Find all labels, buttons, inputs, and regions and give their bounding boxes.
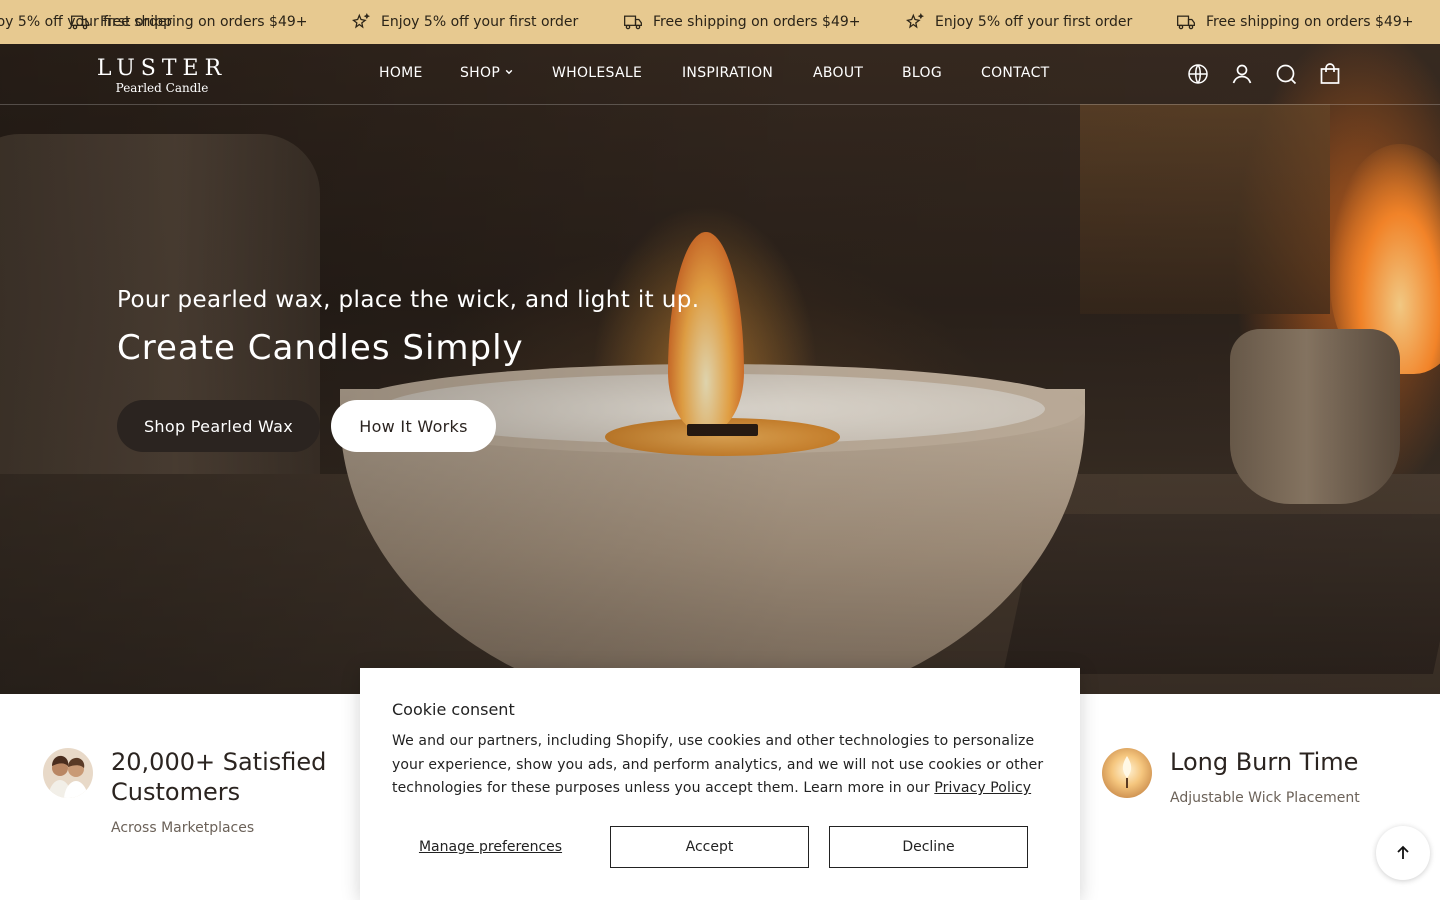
hero-overlay (0, 44, 1440, 694)
announcement-text: Free shipping on orders $49+ (653, 14, 861, 30)
announcement-item: Free shipping on orders $49+ (70, 12, 308, 32)
account-icon[interactable] (1230, 62, 1254, 86)
cookie-title: Cookie consent (392, 700, 515, 719)
announcement-text: Free shipping on orders $49+ (100, 14, 308, 30)
truck-icon (624, 15, 642, 30)
announcement-bar: Enjoy 5% off your first order Free shipp… (0, 0, 1440, 44)
search-icon[interactable] (1274, 62, 1298, 86)
cookie-consent-dialog: Cookie consent We and our partners, incl… (360, 668, 1080, 900)
arrow-up-icon (1397, 845, 1409, 859)
announcement-item: Enjoy 5% off your first order (351, 12, 578, 32)
nav-shop[interactable]: SHOP (460, 65, 513, 81)
feature-title: Long Burn Time (1170, 748, 1359, 776)
customers-avatar (43, 748, 93, 798)
decline-button[interactable]: Decline (829, 826, 1028, 868)
nav-shop-label: SHOP (460, 65, 501, 81)
announcement-text: Enjoy 5% off your first order (381, 14, 579, 30)
nav-about[interactable]: ABOUT (813, 65, 863, 81)
nav-home[interactable]: HOME (379, 65, 423, 81)
back-to-top-button[interactable] (1376, 826, 1430, 880)
manage-preferences-button[interactable]: Manage preferences (392, 826, 589, 868)
site-header: LUSTER Pearled Candle HOME SHOP WHOLESAL… (0, 44, 1440, 105)
shop-pearled-wax-button[interactable]: Shop Pearled Wax (117, 400, 320, 452)
truck-icon (1177, 15, 1195, 30)
hero-subtitle: Pour pearled wax, place the wick, and li… (117, 287, 700, 313)
announcement-item: Free shipping on orders $49+ (623, 12, 861, 32)
stars-icon (906, 13, 924, 29)
hero-title: Create Candles Simply (117, 328, 524, 368)
accept-button[interactable]: Accept (610, 826, 809, 868)
announcement-item: Enjoy 5% off your first order (905, 12, 1132, 32)
announcement-text: Free shipping on orders $49+ (1206, 14, 1414, 30)
feature-subtitle: Across Marketplaces (111, 820, 255, 836)
nav-blog[interactable]: BLOG (902, 65, 942, 81)
truck-icon (71, 15, 89, 30)
feature-subtitle: Adjustable Wick Placement (1170, 790, 1360, 806)
logo-tagline: Pearled Candle (115, 81, 209, 95)
stars-icon (352, 13, 370, 29)
logo-wordmark: LUSTER (96, 56, 228, 81)
chevron-down-icon (505, 69, 513, 75)
candle-avatar (1102, 748, 1152, 798)
announcement-text: Enjoy 5% off your first order (935, 14, 1133, 30)
hero-image (0, 44, 1440, 694)
how-it-works-button[interactable]: How It Works (331, 400, 496, 452)
globe-icon[interactable] (1186, 62, 1210, 86)
announcement-item: Free shipping on orders $49+ (1176, 12, 1414, 32)
nav-wholesale[interactable]: WHOLESALE (552, 65, 642, 81)
privacy-policy-link[interactable]: Privacy Policy (934, 780, 1031, 796)
cookie-body: We and our partners, including Shopify, … (392, 730, 1052, 801)
nav-inspiration[interactable]: INSPIRATION (682, 65, 773, 81)
feature-title: 20,000+ Satisfied Customers (111, 748, 327, 806)
nav-contact[interactable]: CONTACT (981, 65, 1050, 81)
logo[interactable]: LUSTER Pearled Candle (92, 56, 232, 96)
cart-icon[interactable] (1318, 62, 1342, 86)
